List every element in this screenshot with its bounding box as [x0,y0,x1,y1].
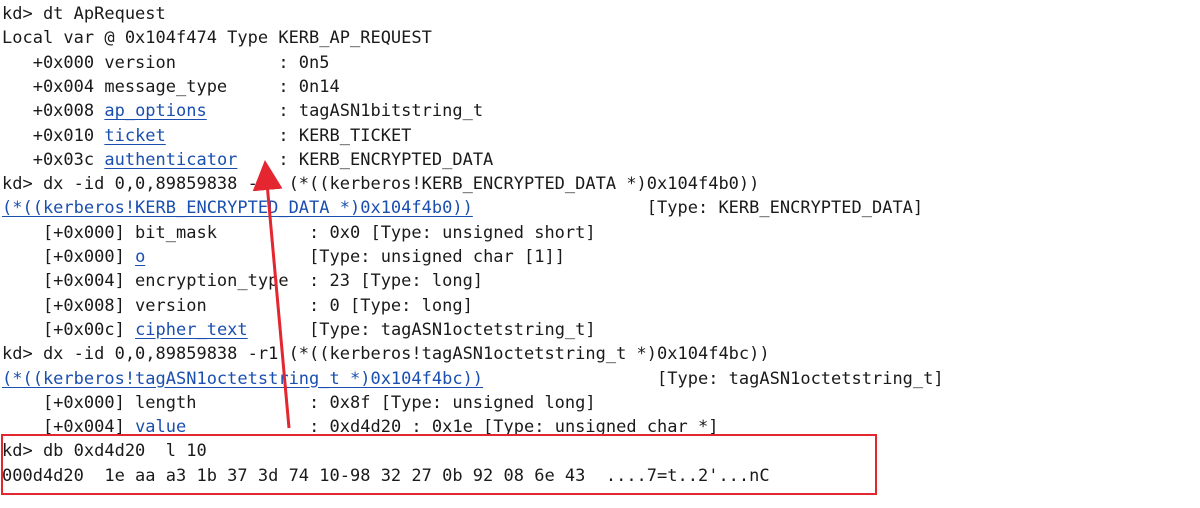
console-line: [+0x00c] cipher_text [Type: tagASN1octet… [2,318,596,342]
console-line: +0x03c authenticator : KERB_ENCRYPTED_DA… [2,148,494,172]
console-text: [Type: tagASN1octetstring_t] [247,319,596,340]
console-line: +0x008 ap_options : tagASN1bitstring_t [2,99,483,123]
console-line: +0x000 version : 0n5 [2,51,330,75]
console-line: +0x010 ticket : KERB_TICKET [2,124,412,148]
console-text: +0x004 message_type : 0n14 [2,76,340,97]
console-link[interactable]: ticket [104,126,165,146]
console-line: [+0x004] encryption_type : 23 [Type: lon… [2,269,483,293]
console-link[interactable]: cipher_text [135,320,248,340]
console-line: kd> dx -id 0,0,89859838 -r1 (*((kerberos… [2,342,770,366]
console-text: [Type: unsigned char [1]] [145,247,565,267]
console-line: Local var @ 0x104f474 Type KERB_AP_REQUE… [2,26,432,50]
console-text: +0x000 version : 0n5 [2,52,330,73]
console-line: kd> dx -id 0,0,89859838 -r1 (*((kerberos… [2,172,759,196]
console-link[interactable]: ap_options [104,101,206,121]
console-text: : KERB_ENCRYPTED_DATA [237,149,494,170]
console-text: +0x010 [2,125,105,146]
console-link[interactable]: (*((kerberos!tagASN1octetstring_t *)0x10… [2,369,483,389]
console-text: kd> dx -id 0,0,89859838 -r1 (*((kerberos… [2,344,770,365]
console-text: +0x008 [2,101,105,122]
debugger-console-output: kd> dt ApRequest Local var @ 0x104f474 Ty… [0,0,1200,508]
console-text: kd> dt ApRequest [2,4,166,24]
console-text: +0x03c [2,149,105,170]
console-link[interactable]: (*((kerberos!KERB_ENCRYPTED_DATA *)0x104… [2,198,473,218]
console-text: [Type: KERB_ENCRYPTED_DATA] [472,198,924,219]
console-text: [+0x008] version : 0 [Type: long] [2,295,473,316]
console-line: +0x004 message_type : 0n14 [2,75,340,99]
console-line: (*((kerberos!KERB_ENCRYPTED_DATA *)0x104… [2,196,923,220]
console-text: [+0x004] encryption_type : 23 [Type: lon… [2,271,484,292]
console-text: kd> dx -id 0,0,89859838 -r1 (*((kerberos… [2,174,760,195]
console-link[interactable]: o [135,247,145,267]
console-text: [+0x000] length : 0x8f [Type: unsigned l… [2,392,596,413]
console-line: [+0x000] length : 0x8f [Type: unsigned l… [2,391,596,415]
console-text: [Type: tagASN1octetstring_t] [483,368,944,389]
console-line: [+0x008] version : 0 [Type: long] [2,294,473,318]
console-text: [+0x00c] [2,319,136,340]
highlight-box-db-output [1,434,877,495]
console-text: [+0x000] bit_mask : 0x0 [Type: unsigned … [2,222,596,243]
console-line: (*((kerberos!tagASN1octetstring_t *)0x10… [2,367,944,391]
console-text: Local var @ 0x104f474 Type KERB_AP_REQUE… [2,28,432,49]
console-text: [+0x000] [2,247,136,267]
console-line: [+0x000] o [Type: unsigned char [1]] [2,245,565,269]
console-link[interactable]: authenticator [104,150,237,170]
console-line: kd> dt ApRequest [2,2,166,26]
console-text: : KERB_TICKET [165,125,412,146]
console-line: [+0x000] bit_mask : 0x0 [Type: unsigned … [2,221,596,245]
console-text: : tagASN1bitstring_t [206,101,484,122]
